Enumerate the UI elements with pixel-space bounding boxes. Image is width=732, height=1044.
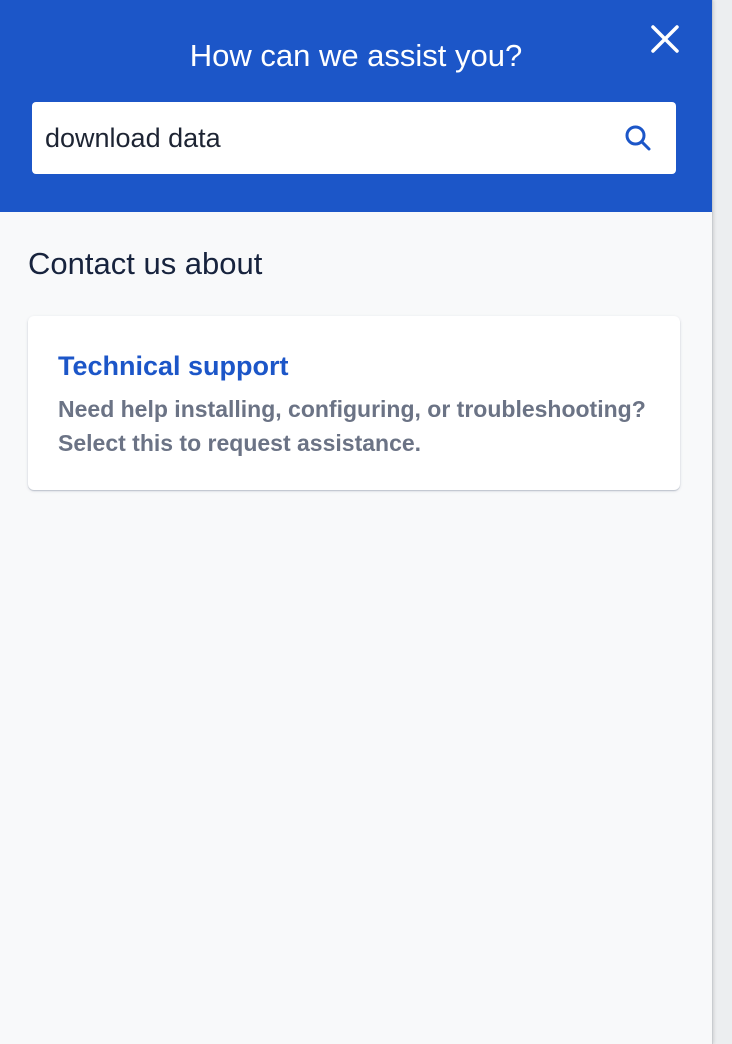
- close-button[interactable]: [644, 18, 686, 60]
- search-icon[interactable]: [624, 124, 652, 152]
- search-box: [32, 102, 676, 174]
- search-input[interactable]: [32, 102, 602, 174]
- help-title: How can we assist you?: [189, 38, 523, 73]
- contact-option-description: Need help installing, configuring, or tr…: [58, 396, 646, 456]
- help-panel: How can we assist you? Contact us about …: [0, 0, 712, 1044]
- contact-option-title[interactable]: Technical support: [58, 348, 289, 384]
- contact-section-title: Contact us about: [28, 246, 263, 281]
- contact-option-technical-support[interactable]: Technical support Need help installing, …: [28, 316, 680, 490]
- close-icon: [651, 25, 679, 53]
- help-header: How can we assist you?: [0, 0, 712, 212]
